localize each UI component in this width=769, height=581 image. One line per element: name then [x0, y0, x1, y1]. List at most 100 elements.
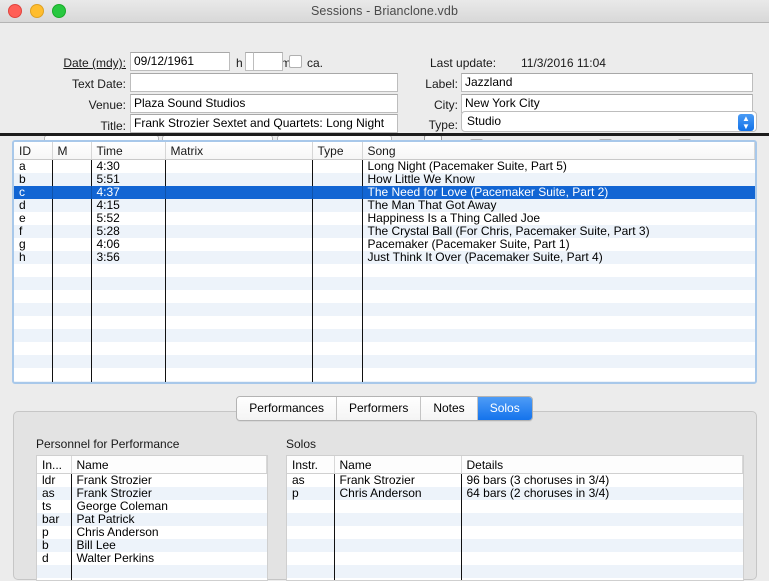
date-input[interactable]: 09/12/1961	[130, 52, 230, 71]
text-date-label: Text Date:	[16, 77, 126, 91]
table-row[interactable]: a4:30Long Night (Pacemaker Suite, Part 5…	[14, 160, 755, 174]
close-button[interactable]	[8, 4, 22, 18]
tab-notes[interactable]: Notes	[421, 397, 477, 420]
cell-m	[52, 316, 91, 329]
table-row[interactable]: g4:06Pacemaker (Pacemaker Suite, Part 1)	[14, 238, 755, 251]
minute-input[interactable]	[253, 52, 283, 71]
title-label: Title:	[16, 119, 126, 133]
column-header-m[interactable]: M	[52, 142, 91, 160]
cell-m	[52, 199, 91, 212]
table-row[interactable]: h3:56Just Think It Over (Pacemaker Suite…	[14, 251, 755, 264]
column-header-instrument[interactable]: In...	[37, 456, 71, 474]
cell-name: Walter Perkins	[71, 552, 267, 565]
table-row[interactable]: asFrank Strozier96 bars (3 choruses in 3…	[287, 474, 743, 488]
table-row-empty[interactable]	[37, 565, 267, 578]
label-input[interactable]: Jazzland	[461, 73, 753, 92]
cell-id	[14, 329, 52, 342]
cell-type	[312, 186, 362, 199]
cell-time	[91, 277, 165, 290]
column-header-name[interactable]: Name	[71, 456, 267, 474]
column-header-time[interactable]: Time	[91, 142, 165, 160]
toolbar-divider	[0, 133, 769, 136]
solos-table[interactable]: Instr. Name Details asFrank Strozier96 b…	[286, 455, 744, 581]
table-row[interactable]: c4:37The Need for Love (Pacemaker Suite,…	[14, 186, 755, 199]
table-row[interactable]: dWalter Perkins	[37, 552, 267, 565]
personnel-table[interactable]: In... Name ldrFrank StrozierasFrank Stro…	[36, 455, 268, 581]
type-select[interactable]: Studio ▲▼	[461, 111, 757, 132]
cell-id	[14, 355, 52, 368]
column-header-name[interactable]: Name	[334, 456, 461, 474]
table-row-empty[interactable]	[14, 355, 755, 368]
songs-table[interactable]: ID M Time Matrix Type Song a4:30Long Nig…	[12, 140, 757, 384]
cell-time: 4:15	[91, 199, 165, 212]
table-row-empty[interactable]	[14, 277, 755, 290]
column-header-song[interactable]: Song	[362, 142, 755, 160]
venue-input[interactable]: Plaza Sound Studios	[130, 94, 398, 113]
cell-type	[312, 342, 362, 355]
tab-performers[interactable]: Performers	[337, 397, 421, 420]
table-row-empty[interactable]	[14, 264, 755, 277]
table-row-empty[interactable]	[14, 303, 755, 316]
cell-id	[14, 368, 52, 381]
cell-id	[14, 303, 52, 316]
chevron-updown-icon[interactable]: ▲▼	[738, 114, 754, 131]
cell-id	[14, 264, 52, 277]
column-header-instr[interactable]: Instr.	[287, 456, 334, 474]
text-date-input[interactable]	[130, 73, 398, 92]
table-row[interactable]: e5:52Happiness Is a Thing Called Joe	[14, 212, 755, 225]
table-row-empty[interactable]	[287, 539, 743, 552]
cell-matrix	[165, 225, 312, 238]
table-row[interactable]: f5:28The Crystal Ball (For Chris, Pacema…	[14, 225, 755, 238]
table-row-empty[interactable]	[287, 513, 743, 526]
ca-checkbox[interactable]	[289, 55, 302, 68]
cell-matrix	[165, 290, 312, 303]
table-row-empty[interactable]	[14, 342, 755, 355]
solos-heading: Solos	[286, 437, 316, 451]
cell-id	[14, 316, 52, 329]
last-update-label: Last update:	[430, 56, 496, 70]
table-row-empty[interactable]	[14, 381, 755, 384]
table-row-empty[interactable]	[287, 565, 743, 578]
table-row-empty[interactable]	[287, 500, 743, 513]
table-row[interactable]: tsGeorge Coleman	[37, 500, 267, 513]
table-row[interactable]: d4:15The Man That Got Away	[14, 199, 755, 212]
cell-id: f	[14, 225, 52, 238]
cell-id	[14, 342, 52, 355]
cell-instr: p	[287, 487, 334, 500]
cell-id: b	[14, 173, 52, 186]
table-row-empty[interactable]	[287, 526, 743, 539]
table-row-empty[interactable]	[14, 329, 755, 342]
table-row[interactable]: barPat Patrick	[37, 513, 267, 526]
table-row[interactable]: pChris Anderson	[37, 526, 267, 539]
cell-instr: ldr	[37, 474, 71, 488]
table-row[interactable]: pChris Anderson64 bars (2 choruses in 3/…	[287, 487, 743, 500]
column-header-id[interactable]: ID	[14, 142, 52, 160]
cell-m	[52, 381, 91, 384]
tab-solos[interactable]: Solos	[478, 397, 532, 420]
title-input[interactable]: Frank Strozier Sextet and Quartets: Long…	[130, 114, 398, 133]
column-header-details[interactable]: Details	[461, 456, 743, 474]
zoom-button[interactable]	[52, 4, 66, 18]
table-row[interactable]: b5:51How Little We Know	[14, 173, 755, 186]
cell-name	[334, 500, 461, 513]
cell-name	[334, 552, 461, 565]
table-row[interactable]: bBill Lee	[37, 539, 267, 552]
column-header-matrix[interactable]: Matrix	[165, 142, 312, 160]
cell-instr	[287, 513, 334, 526]
cell-m	[52, 160, 91, 174]
table-row[interactable]: ldrFrank Strozier	[37, 474, 267, 488]
table-row[interactable]: asFrank Strozier	[37, 487, 267, 500]
table-row-empty[interactable]	[14, 368, 755, 381]
table-row-empty[interactable]	[14, 290, 755, 303]
minimize-button[interactable]	[30, 4, 44, 18]
tab-performances[interactable]: Performances	[237, 397, 337, 420]
cell-matrix	[165, 381, 312, 384]
cell-type	[312, 303, 362, 316]
cell-name: Frank Strozier	[71, 474, 267, 488]
table-row-empty[interactable]	[287, 552, 743, 565]
column-header-type[interactable]: Type	[312, 142, 362, 160]
cell-name	[334, 539, 461, 552]
cell-time: 4:06	[91, 238, 165, 251]
table-row-empty[interactable]	[14, 316, 755, 329]
cell-id: c	[14, 186, 52, 199]
